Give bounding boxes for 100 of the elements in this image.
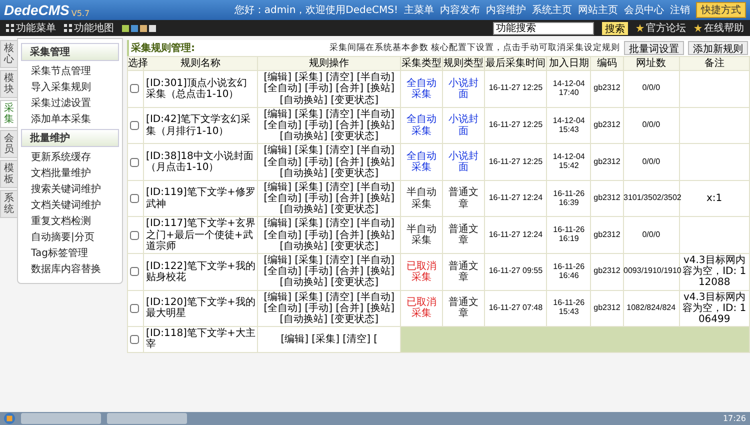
star-icon [694, 24, 702, 32]
nav-link[interactable]: 会员中心 [624, 3, 664, 17]
column-header: 规则操作 [258, 56, 400, 71]
menu-item[interactable]: 添加单本采集 [21, 111, 119, 127]
nav-link[interactable]: 系统主页 [532, 3, 572, 17]
menu-item[interactable]: Tag标签管理 [21, 245, 119, 261]
menu-item[interactable]: 搜索关键词维护 [21, 181, 119, 197]
column-header: 加入日期 [546, 56, 591, 71]
rule-name: [ID:42]笔下文学玄幻采集（月排行1-10） [146, 114, 252, 137]
menu-item[interactable]: 文档关键词维护 [21, 197, 119, 213]
menu-item[interactable]: 采集过滤设置 [21, 95, 119, 111]
logo: DedeCMS [4, 2, 70, 18]
remark: x:1 [706, 193, 724, 204]
grid-icon [64, 24, 72, 32]
nav-link[interactable]: 内容发布 [440, 3, 480, 17]
menu-item[interactable]: 数据库内容替换 [21, 261, 119, 277]
nav-link[interactable]: 主菜单 [404, 3, 434, 17]
encoding: gb2312 [592, 267, 622, 276]
url-count: 1082/824/824 [626, 304, 677, 313]
theme-swatch[interactable] [122, 24, 129, 32]
menu-group-title[interactable]: 采集管理 [21, 43, 119, 61]
rule-type: 普通文章 [448, 297, 480, 320]
menu-item[interactable]: 文档批量维护 [21, 165, 119, 181]
encoding: gb2312 [592, 304, 622, 313]
last-collected: 16-11-27 12:24 [488, 230, 544, 240]
column-header: 采集类型 [400, 56, 442, 71]
encoding: gb2312 [592, 121, 622, 130]
side-tab[interactable]: 核心 [0, 40, 18, 68]
search-button[interactable]: 搜索 [602, 22, 628, 34]
url-count: 0/0/0 [641, 84, 662, 94]
date-added: 16-11-26 16:46 [552, 262, 586, 281]
rule-name: [ID:301]顶点小说玄幻采集（总点击1-10） [146, 78, 248, 100]
star-icon [636, 24, 644, 32]
collect-type: 全自动采集 [405, 78, 438, 100]
date-added: 16-11-26 15:43 [552, 299, 586, 318]
url-count: 0093/1910/1910 [624, 267, 679, 276]
collect-type: 半自动采集 [405, 187, 438, 210]
version-label: V5.7 [71, 9, 90, 18]
side-tab[interactable]: 模块 [0, 70, 18, 98]
rule-type: 小说封面 [448, 78, 480, 100]
grid-icon [6, 24, 14, 32]
url-count: 0/0/0 [641, 158, 662, 167]
row-checkbox[interactable] [130, 230, 139, 240]
start-icon[interactable] [4, 413, 15, 424]
column-header: 备注 [679, 56, 750, 71]
nav-link[interactable]: 网站主页 [578, 3, 618, 17]
menu-item[interactable]: 自动摘要|分页 [21, 229, 119, 245]
collect-type: 全自动采集 [405, 150, 438, 174]
nav-link[interactable]: 注销 [670, 3, 690, 17]
toolbar-link[interactable]: 官方论坛 [636, 21, 686, 35]
column-header: 编码 [590, 56, 624, 71]
side-tab[interactable]: 模板 [0, 160, 18, 188]
side-tab[interactable]: 会员 [0, 130, 18, 158]
collect-type: 半自动采集 [405, 224, 438, 246]
date-added: 14-12-04 17:40 [552, 80, 586, 98]
last-collected: 16-11-27 12:25 [488, 158, 544, 167]
rule-type: 小说封面 [448, 114, 480, 137]
row-checkbox[interactable] [130, 121, 139, 130]
greeting-text: 您好：admin，欢迎使用DedeCMS! [234, 4, 398, 17]
side-tab[interactable]: 采集 [0, 100, 18, 128]
url-count: 0/0/0 [641, 121, 662, 130]
remark: v4.3目标网内容为空，ID: 106499 [682, 292, 747, 326]
date-added: 16-11-26 16:39 [552, 190, 586, 208]
menu-item[interactable]: 更新系统缓存 [21, 149, 119, 165]
rule-name: [ID:117]笔下文学+玄界之门+最后一个使徒+武道宗师 [146, 218, 256, 252]
encoding: gb2312 [592, 194, 622, 204]
menu-item[interactable]: 重复文档检测 [21, 213, 119, 229]
row-checkbox[interactable] [130, 267, 139, 276]
row-checkbox[interactable] [130, 334, 139, 344]
row-checkbox[interactable] [130, 194, 139, 204]
rule-name: [ID:119]笔下文学+修罗武神 [146, 187, 256, 210]
action-button[interactable]: 添加新规则 [688, 41, 748, 55]
side-tab[interactable]: 系统 [0, 190, 18, 218]
toolbar-link[interactable]: 功能地图 [64, 21, 114, 35]
search-field[interactable]: 功能搜索 [493, 22, 594, 34]
date-added: 16-11-26 16:19 [552, 226, 586, 244]
rule-type: 小说封面 [448, 150, 480, 174]
toolbar-link[interactable]: 功能菜单 [6, 21, 56, 35]
encoding: gb2312 [592, 158, 622, 167]
menu-group-title[interactable]: 批量维护 [21, 129, 119, 147]
rule-name: [ID:118]笔下文学+大主宰 [146, 328, 256, 350]
row-checkbox[interactable] [130, 158, 139, 167]
row-checkbox[interactable] [130, 84, 139, 94]
last-collected: 16-11-27 09:55 [488, 267, 544, 276]
rule-type: 普通文章 [448, 224, 480, 246]
shortcut-button[interactable]: 快捷方式 [696, 2, 746, 18]
row-checkbox[interactable] [130, 304, 139, 313]
theme-swatch[interactable] [140, 24, 147, 32]
menu-item[interactable]: 导入采集规则 [21, 79, 119, 95]
rule-name: [ID:38]18中文小说封面（月点击1-10） [146, 150, 254, 174]
toolbar-link[interactable]: 在线帮助 [694, 21, 744, 35]
theme-swatch[interactable] [149, 24, 156, 32]
last-collected: 16-11-27 07:48 [488, 304, 544, 313]
theme-swatch[interactable] [131, 24, 138, 32]
collect-type: 已取消采集 [405, 297, 438, 320]
menu-item[interactable]: 采集节点管理 [21, 63, 119, 79]
remark: v4.3目标网内容为空，ID: 112088 [682, 255, 747, 289]
column-header: 规则类型 [442, 56, 485, 71]
action-button[interactable]: 批量词设置 [624, 41, 684, 55]
nav-link[interactable]: 内容维护 [486, 3, 526, 17]
